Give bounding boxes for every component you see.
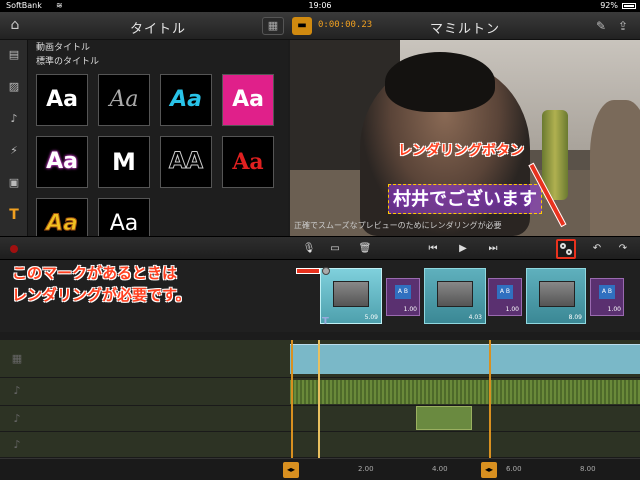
render-gear-icon-small	[566, 249, 572, 255]
preview-person-hair	[385, 52, 495, 112]
timeline-audio-waveform[interactable]	[290, 380, 640, 404]
panel-title-titles: タイトル	[130, 22, 187, 37]
transition-duration: 1.00	[505, 306, 519, 313]
title-caption[interactable]: 村井でございます	[388, 184, 542, 214]
preview-person-right	[590, 100, 640, 236]
film-icon: ▦	[11, 352, 23, 365]
battery-icon	[622, 3, 636, 9]
redo-icon[interactable]: ↷	[614, 240, 632, 258]
layers-icon[interactable]: ▣	[5, 174, 23, 192]
title-tile[interactable]: AA	[160, 136, 212, 188]
undo-icon[interactable]: ↶	[588, 240, 606, 258]
skip-back-icon[interactable]: ⏮	[424, 240, 442, 258]
timeline-audio-clip[interactable]	[416, 406, 472, 430]
transition-icon: A B	[599, 285, 615, 299]
music-note-icon[interactable]: ♪	[5, 110, 23, 128]
title-tile[interactable]: Aa	[160, 74, 212, 126]
timeline-audio-row-2: ♪	[0, 406, 640, 432]
media-tools-sidebar: ▤ ▨ ♪ ⚡ ▣ T	[0, 40, 28, 236]
music-note-icon: ♪	[13, 438, 21, 451]
trim-handle-left[interactable]: ◂▸	[283, 462, 299, 478]
grid-view-button[interactable]: ▦	[262, 17, 284, 35]
render-button[interactable]	[556, 239, 576, 259]
microphone-icon[interactable]: 🎙	[300, 240, 318, 258]
transition[interactable]: A B 1.00	[590, 278, 624, 316]
transition-duration: 1.00	[607, 306, 621, 313]
video-clip[interactable]: 8.09	[526, 268, 586, 324]
render-gear-icon	[560, 243, 566, 249]
ruler-tick-label: 8.00	[580, 465, 596, 473]
clip-duration: 4.03	[468, 314, 482, 321]
title-tile[interactable]: Aa	[98, 198, 150, 236]
video-library-icon[interactable]: ▤	[5, 46, 23, 64]
section-standard-titles: 標準のタイトル	[36, 57, 100, 67]
top-header: ⌂ タイトル ▦ ▬ 0:00:00.23 マミルトン ✎ ⇪	[0, 12, 640, 40]
edit-icon[interactable]: ✎	[592, 17, 610, 35]
section-motion-titles: 動画タイトル	[36, 43, 91, 53]
title-tile[interactable]: Aa	[222, 74, 274, 126]
home-icon[interactable]: ⌂	[6, 16, 24, 34]
lightning-icon[interactable]: ⚡	[5, 142, 23, 160]
trim-marker-left[interactable]	[291, 340, 293, 460]
timeline-ruler[interactable]: ◂▸ 2.00 4.00 ◂▸ 6.00 8.00	[0, 458, 640, 480]
video-preview[interactable]: 村井でございます 正確でスムーズなプレビューのためにレンダリングが必要	[290, 40, 640, 236]
title-tile[interactable]: Aa	[36, 198, 88, 236]
transport-bar: 🎙 ▭ 🗑 ⏮ ▶ ⏭ ↶ ↷	[0, 236, 640, 260]
title-tile[interactable]: M	[98, 136, 150, 188]
ruler-tick-label: 6.00	[506, 465, 522, 473]
transition[interactable]: A B 1.00	[386, 278, 420, 316]
project-title: マミルトン	[430, 22, 501, 37]
title-tile[interactable]: Aa	[222, 136, 274, 188]
music-note-icon: ♪	[13, 384, 21, 397]
playhead[interactable]	[318, 340, 320, 460]
title-tile[interactable]: Aa	[36, 74, 88, 126]
title-tile[interactable]: Aa	[36, 136, 88, 188]
skip-forward-icon[interactable]: ⏭	[484, 240, 502, 258]
trash-icon[interactable]: 🗑	[356, 240, 374, 258]
music-note-icon: ♪	[13, 412, 21, 425]
ruler-tick-label: 2.00	[358, 465, 374, 473]
clip-thumbnail	[539, 281, 575, 307]
transition-icon: A B	[497, 285, 513, 299]
transition-duration: 1.00	[403, 306, 417, 313]
ruler-tick-label: 4.00	[432, 465, 448, 473]
video-clip[interactable]: 4.03	[424, 268, 486, 324]
split-icon[interactable]: ▭	[326, 240, 344, 258]
title-marker-icon: T	[322, 316, 329, 327]
play-icon[interactable]: ▶	[454, 240, 472, 258]
clock: 19:06	[308, 1, 332, 10]
share-icon[interactable]: ⇪	[614, 17, 632, 35]
precision-timeline: ▦ ♪ ♪ ♪ ◂▸ 2.00 4.00 ◂▸ 6.00 8.00	[0, 340, 640, 480]
annotation-mark-line1: このマークがあるときは	[12, 264, 178, 282]
needs-render-mark-icon	[322, 267, 330, 275]
record-dot-icon[interactable]	[10, 245, 18, 253]
battery-percent: 92%	[600, 1, 618, 10]
annotation-mark-line2: レンダリングが必要です。	[12, 286, 191, 304]
title-style-panel: 動画タイトル 標準のタイトル Aa Aa Aa Aa Aa M AA Aa Aa…	[28, 40, 288, 236]
title-tool-icon[interactable]: T	[5, 206, 23, 224]
photo-library-icon[interactable]: ▨	[5, 78, 23, 96]
title-tile[interactable]: Aa	[98, 74, 150, 126]
clip-duration: 5.09	[364, 314, 378, 321]
render-tip: 正確でスムーズなプレビューのためにレンダリングが必要	[294, 221, 502, 230]
status-bar: SoftBank ≋ 19:06 92%	[0, 0, 640, 12]
timecode-display: 0:00:00.23	[318, 20, 373, 30]
transition-icon: A B	[395, 285, 411, 299]
clip-thumbnail	[437, 281, 473, 307]
annotation-render-mark: このマークがあるときは レンダリングが必要です。	[12, 262, 191, 306]
annotation-arrow-mark	[296, 268, 320, 274]
timeline-audio-row-3: ♪	[0, 432, 640, 458]
transition[interactable]: A B 1.00	[488, 278, 522, 316]
timeline-video-clip[interactable]	[290, 344, 640, 374]
clip-thumbnail	[333, 281, 369, 307]
clip-duration: 8.09	[568, 314, 582, 321]
layout-toggle-button[interactable]: ▬	[292, 17, 312, 35]
trim-marker-right[interactable]	[489, 340, 491, 460]
annotation-render-button: レンダリングボタン	[398, 143, 524, 159]
trim-handle-right[interactable]: ◂▸	[481, 462, 497, 478]
